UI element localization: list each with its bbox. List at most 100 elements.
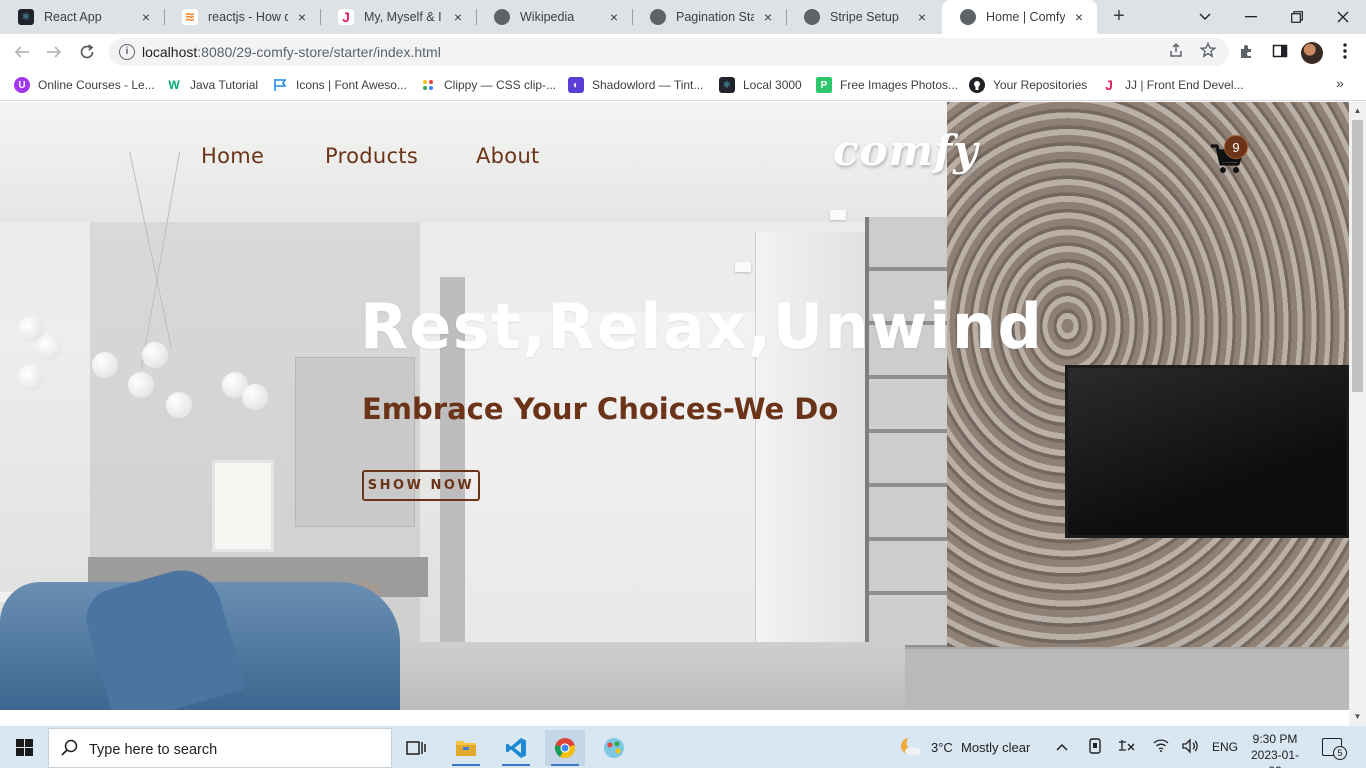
bookmark-item[interactable]: W Java Tutorial	[166, 75, 258, 95]
tab-search-button[interactable]	[1182, 0, 1228, 34]
back-button[interactable]	[11, 41, 33, 63]
reload-button[interactable]	[76, 41, 98, 63]
scroll-down-arrow-icon[interactable]: ▼	[1353, 712, 1362, 721]
shop-now-button[interactable]: SHOW NOW	[362, 470, 480, 501]
language-indicator[interactable]: ENG	[1212, 740, 1238, 754]
lamp-globe	[36, 334, 62, 360]
extensions-icon[interactable]	[1237, 43, 1257, 63]
site-navbar: Home Products About comfy 9	[0, 102, 1349, 212]
react-icon: ⚛	[719, 77, 735, 93]
close-icon[interactable]: ×	[606, 9, 622, 25]
close-icon[interactable]: ×	[294, 9, 310, 25]
menu-kebab-icon[interactable]	[1335, 43, 1355, 63]
nav-link-about[interactable]: About	[476, 144, 540, 168]
close-icon[interactable]: ×	[914, 9, 930, 25]
stackoverflow-icon: ≋	[182, 9, 198, 25]
task-view-button[interactable]	[396, 730, 436, 766]
notification-count-badge: 5	[1333, 746, 1347, 760]
side-panel-icon[interactable]	[1270, 43, 1290, 63]
restore-button[interactable]	[1274, 0, 1320, 34]
tab-reactjs-question[interactable]: ≋ reactjs - How do ×	[164, 0, 320, 34]
weather-description[interactable]: Mostly clear	[961, 740, 1030, 755]
share-icon[interactable]	[1166, 42, 1186, 62]
pixabay-icon: P	[816, 77, 832, 93]
github-icon	[969, 77, 985, 93]
globe-icon	[960, 9, 976, 25]
udemy-icon: U	[14, 77, 30, 93]
bookmark-label: Java Tutorial	[190, 78, 259, 92]
arrow-right-icon	[47, 46, 62, 58]
bookmark-label: Online Courses - Le...	[38, 78, 155, 92]
chrome-button[interactable]	[545, 730, 585, 766]
tab-home-comfy[interactable]: Home | Comfy ×	[942, 0, 1097, 34]
kitchen-cabinet	[295, 357, 415, 527]
taskbar-search[interactable]: Type here to search	[48, 728, 392, 768]
search-placeholder: Type here to search	[89, 742, 218, 758]
bookmark-star-icon[interactable]	[1198, 41, 1218, 62]
tab-title: Home | Comfy	[986, 10, 1065, 24]
nav-link-home[interactable]: Home	[201, 144, 264, 168]
page-scrollbar[interactable]: ▲ ▼	[1349, 102, 1366, 726]
taskbar-clock[interactable]: 9:30 PM 2023-01-02	[1246, 731, 1304, 768]
more-bookmarks-button[interactable]: »	[1336, 75, 1344, 91]
tab-title: reactjs - How do	[208, 10, 288, 24]
url-text: localhost:8080/29-comfy-store/starter/in…	[142, 44, 441, 60]
chevron-up-icon[interactable]	[1056, 738, 1068, 754]
bookmark-item[interactable]: J JJ | Front End Devel...	[1101, 75, 1244, 95]
bookmark-item[interactable]: ◐ Shadowlord — Tint...	[568, 75, 703, 95]
weather-temperature[interactable]: 3°C	[931, 740, 953, 755]
tab-my-myself[interactable]: J My, Myself & I | J ×	[320, 0, 476, 34]
address-bar[interactable]: i localhost:8080/29-comfy-store/starter/…	[109, 38, 1229, 66]
forward-button[interactable]	[43, 41, 65, 63]
bookmark-label: JJ | Front End Devel...	[1125, 78, 1244, 92]
new-tab-button[interactable]: +	[1108, 6, 1130, 28]
bookmark-item[interactable]: U Online Courses - Le...	[14, 75, 155, 95]
close-icon[interactable]: ×	[760, 9, 776, 25]
weather-moon-icon[interactable]	[898, 735, 922, 760]
site-logo[interactable]: comfy	[833, 126, 979, 175]
globe-icon	[494, 9, 510, 25]
bookmark-item[interactable]: ⚛ Local 3000	[719, 75, 802, 95]
volume-icon[interactable]	[1181, 738, 1199, 757]
chrome-icon	[555, 738, 575, 759]
tv-stand	[905, 647, 1349, 710]
nav-link-products[interactable]: Products	[325, 144, 418, 168]
bookmark-item[interactable]: P Free Images Photos...	[816, 75, 958, 95]
wifi-icon[interactable]	[1153, 738, 1169, 755]
bookmarks-bar: U Online Courses - Le... W Java Tutorial…	[0, 70, 1366, 101]
tab-react-app[interactable]: ⚛ React App ×	[0, 0, 164, 34]
url-host: localhost	[142, 44, 198, 60]
paint-app-button[interactable]	[594, 730, 634, 766]
scroll-thumb[interactable]	[1352, 120, 1363, 392]
tab-title: My, Myself & I | J	[364, 10, 444, 24]
close-icon[interactable]: ×	[1071, 9, 1087, 25]
bookmark-item[interactable]: Your Repositories	[969, 75, 1087, 95]
scroll-up-arrow-icon[interactable]: ▲	[1353, 106, 1362, 115]
close-icon	[1337, 11, 1349, 23]
tab-stripe-setup[interactable]: Stripe Setup ×	[786, 0, 940, 34]
bookmark-label: Clippy — CSS clip-...	[444, 78, 557, 92]
file-explorer-button[interactable]	[446, 730, 486, 766]
tab-pagination-starter[interactable]: Pagination Starte ×	[632, 0, 786, 34]
close-icon[interactable]: ×	[138, 9, 154, 25]
minimize-button[interactable]	[1228, 0, 1274, 34]
close-window-button[interactable]	[1320, 0, 1366, 34]
tab-wikipedia[interactable]: Wikipedia ×	[476, 0, 632, 34]
close-icon[interactable]: ×	[450, 9, 466, 25]
device-icon[interactable]	[1088, 738, 1102, 757]
input-method-icon[interactable]	[1117, 738, 1135, 757]
lamp-globe	[142, 342, 168, 368]
site-info-icon[interactable]: i	[119, 44, 135, 60]
page-bottom-strip	[0, 710, 1349, 726]
profile-avatar[interactable]	[1301, 42, 1323, 64]
search-icon	[61, 739, 78, 761]
hero-subtitle: Embrace Your Choices-We Do	[362, 392, 839, 426]
restore-icon	[1291, 11, 1303, 23]
bookmark-item[interactable]: Clippy — CSS clip-...	[420, 75, 556, 95]
bookmark-item[interactable]: Icons | Font Aweso...	[272, 75, 407, 95]
lamp-globe	[128, 372, 154, 398]
start-button[interactable]	[0, 726, 48, 768]
vscode-button[interactable]	[496, 730, 536, 766]
hero-back-wall	[465, 312, 755, 682]
kitchen-window	[212, 460, 274, 552]
